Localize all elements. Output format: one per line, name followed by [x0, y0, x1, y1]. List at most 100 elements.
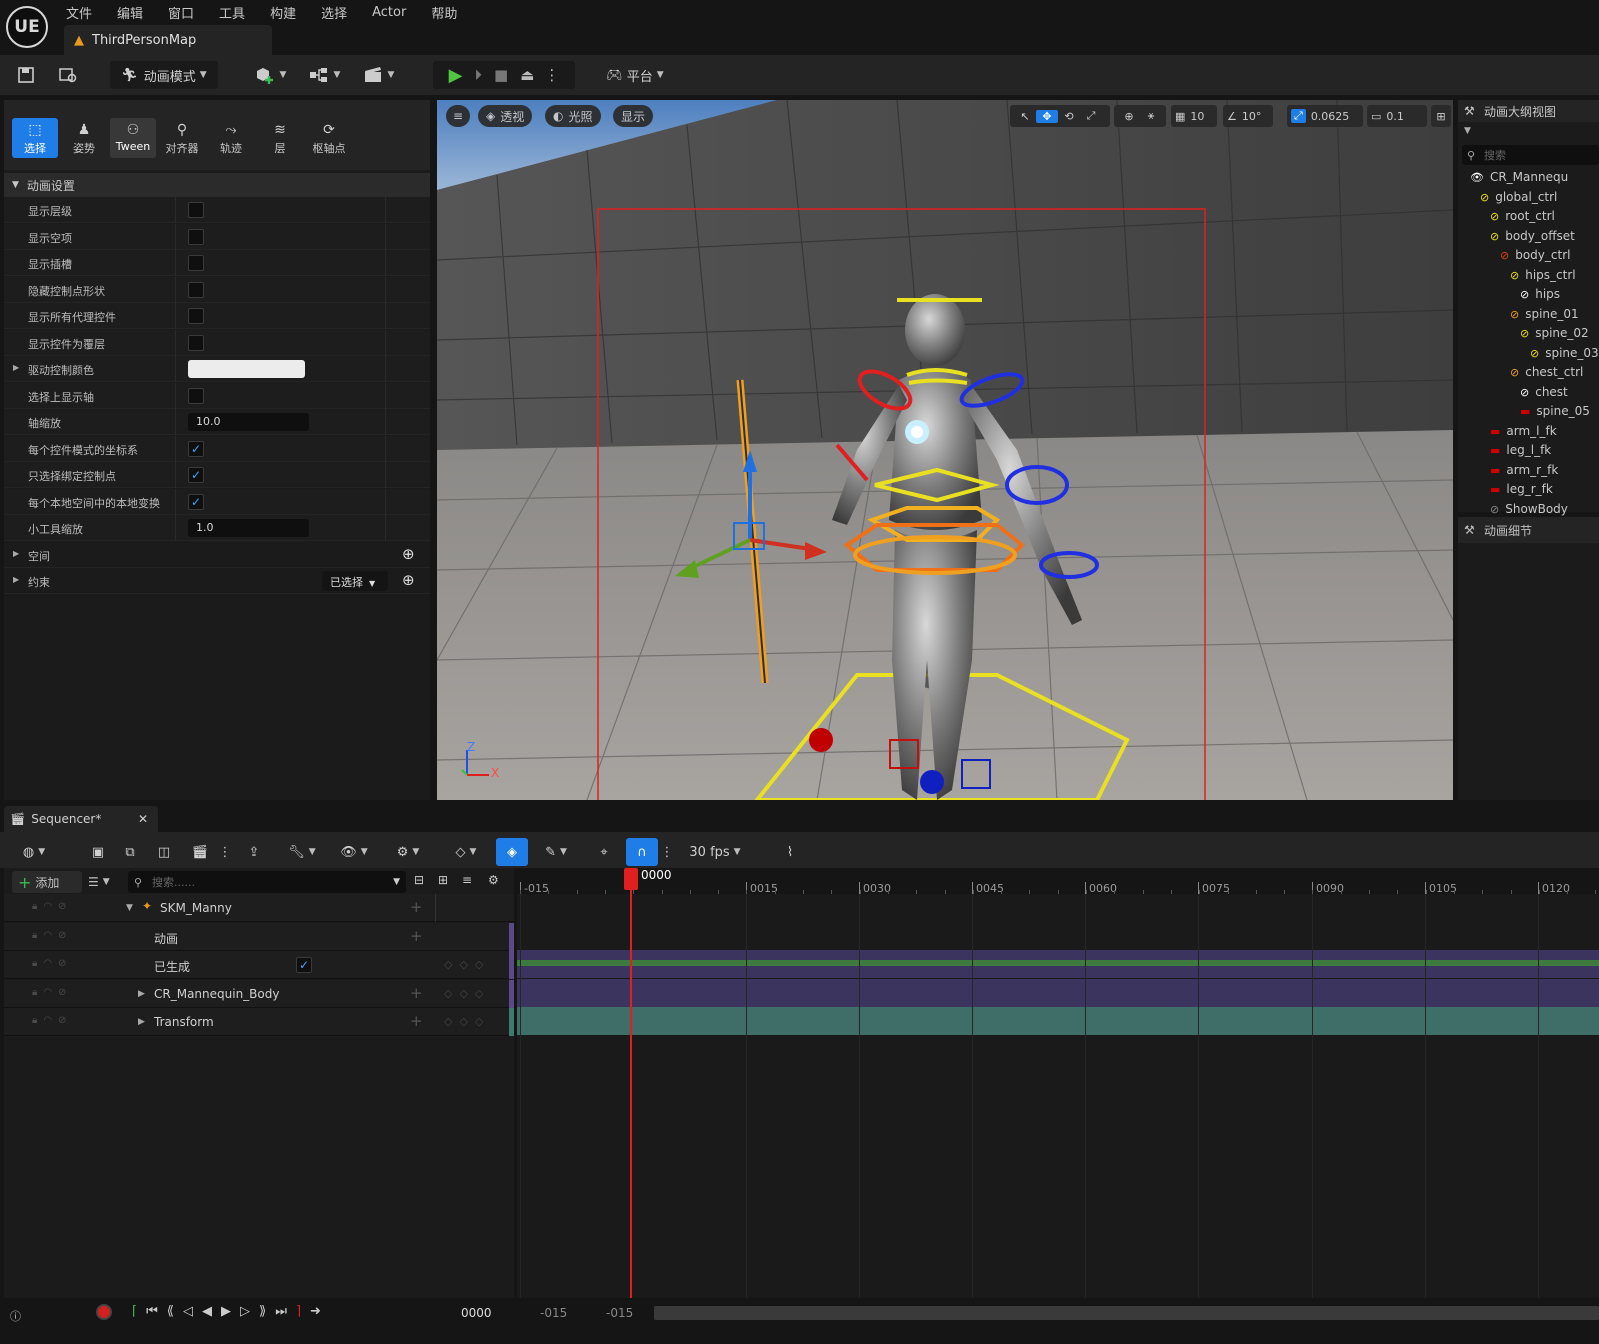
- mode-tab-pivot[interactable]: ⟳ 枢轴点: [306, 118, 352, 158]
- scale-icon[interactable]: ⤢: [1080, 109, 1102, 123]
- setting-checkbox[interactable]: [188, 281, 204, 298]
- mode-tab-snapper[interactable]: ⚲ 对齐器: [159, 118, 205, 158]
- expand-arrow-icon[interactable]: ▶: [138, 989, 145, 999]
- next-frame-icon[interactable]: ▷: [240, 1304, 250, 1319]
- actor-to-sequencer-icon[interactable]: ⇪: [242, 838, 266, 866]
- outliner-item[interactable]: ⊘ chest_ctrl: [1510, 365, 1583, 385]
- track-row[interactable]: 🔒︎◠⊘ 已生成 ✓ ◇◇◇: [4, 951, 514, 979]
- playhead[interactable]: [630, 868, 632, 1298]
- step-icon[interactable]: ⏵: [474, 66, 482, 84]
- keyframe-nav-icons[interactable]: ◇◇◇: [444, 1015, 490, 1028]
- info-icon[interactable]: ⓘ: [10, 1308, 21, 1324]
- setting-checkbox[interactable]: [188, 255, 204, 271]
- outliner-item[interactable]: ⊘ spine_02: [1520, 326, 1589, 346]
- list-icon[interactable]: ≡: [462, 873, 472, 887]
- save-icon[interactable]: [12, 61, 40, 89]
- rotate-icon[interactable]: ⟲: [1058, 110, 1080, 123]
- scale-snap[interactable]: ⤢ 0.0625: [1287, 105, 1363, 127]
- edit-mode-dropdown[interactable]: ✎ ▼: [536, 838, 576, 866]
- expand-rows-icon[interactable]: ⊞: [438, 873, 448, 887]
- add-actor-button[interactable]: ▼: [250, 61, 290, 89]
- menu-tools[interactable]: 工具: [219, 3, 245, 22]
- add-track-button[interactable]: + 添加: [12, 871, 82, 893]
- save-sequence-icon[interactable]: ▣: [86, 838, 110, 866]
- constraint-dropdown[interactable]: 已选择 ▼: [322, 571, 388, 591]
- more-icon[interactable]: ⋮: [218, 838, 232, 866]
- setting-checkbox[interactable]: [188, 308, 204, 324]
- menu-help[interactable]: 帮助: [431, 3, 457, 22]
- playhead-handle[interactable]: [624, 868, 638, 890]
- settings-category-space[interactable]: ▶ 空间 ⊕: [4, 541, 430, 568]
- time-ruler[interactable]: -015 0015 0030 0045 0060 0075 0090 0105 0120: [517, 868, 1599, 895]
- settings-category-constraint[interactable]: ▶ 约束 已选择 ▼ ⊕: [4, 568, 430, 594]
- setting-checkbox[interactable]: [188, 228, 204, 245]
- mode-tab-select[interactable]: ⬚ 选择: [12, 118, 58, 158]
- platform-dropdown[interactable]: 🎮︎ 平台 ▼: [600, 61, 670, 89]
- outliner-item[interactable]: ⊘ hips: [1520, 287, 1560, 307]
- add-subtrack-icon[interactable]: +: [410, 898, 423, 916]
- lock-solo-mute-icons[interactable]: 🔒︎◠⊘: [32, 958, 72, 969]
- outliner-item[interactable]: ⊘ hips_ctrl: [1510, 268, 1576, 288]
- outliner-item[interactable]: ⊘ root_ctrl: [1490, 209, 1555, 229]
- world-dropdown[interactable]: ◍ ▼: [14, 838, 54, 866]
- record-icon[interactable]: [96, 1304, 112, 1320]
- expand-arrow-icon[interactable]: ▶: [13, 575, 19, 584]
- mode-tab-layers[interactable]: ≋ 层: [257, 118, 303, 158]
- filter-dropdown-icon[interactable]: ▼: [1464, 126, 1471, 136]
- outliner-item[interactable]: ⊘ global_ctrl: [1480, 190, 1557, 210]
- setting-checkbox[interactable]: [188, 334, 204, 351]
- fps-dropdown[interactable]: 30 fps ▼: [682, 838, 748, 866]
- surface-snap-icon[interactable]: ⚹: [1140, 109, 1162, 123]
- track-lane[interactable]: [517, 1007, 1599, 1035]
- sequencer-tab[interactable]: 🎬︎ Sequencer* ✕: [4, 806, 158, 832]
- view-dropdown[interactable]: 👁︎ ▼: [334, 838, 374, 866]
- anim-settings-header[interactable]: ▼ 动画设置: [4, 173, 430, 197]
- prev-frame-icon[interactable]: ◁: [183, 1304, 193, 1319]
- level-viewport[interactable]: Z X ≡ ◈ 透视 ◐ 光照 显示 ↖ ✥ ⟲ ⤢ ⊕ ⚹ ▦ 10 ∠ 10° ⤢ 0…: [437, 100, 1453, 800]
- menu-actor[interactable]: Actor: [372, 5, 406, 20]
- play-icon[interactable]: ▶: [221, 1304, 231, 1319]
- key-dropdown[interactable]: ◇ ▼: [446, 838, 486, 866]
- keyframe-nav-icons[interactable]: ◇◇◇: [444, 987, 490, 1000]
- add-circle-icon[interactable]: ⊕: [402, 571, 415, 589]
- rotation-snap[interactable]: ∠ 10°: [1223, 105, 1273, 127]
- expand-arrow-icon[interactable]: ▶: [138, 1017, 145, 1027]
- outliner-item[interactable]: ⊘ body_offset: [1490, 229, 1575, 249]
- expand-arrow-icon[interactable]: ▶: [13, 549, 19, 558]
- close-icon[interactable]: ✕: [138, 812, 148, 826]
- unreal-logo[interactable]: UE: [6, 6, 48, 48]
- lock-solo-mute-icons[interactable]: 🔒︎◠⊘: [32, 987, 72, 998]
- outliner-search[interactable]: ⚲ 搜索: [1462, 145, 1599, 165]
- setting-number-input[interactable]: 1.0: [188, 519, 309, 537]
- collapse-rows-icon[interactable]: ⊟: [414, 873, 424, 887]
- setting-checkbox[interactable]: ✓: [188, 493, 204, 510]
- track-row[interactable]: 🔒︎◠⊘ ▶ CR_Mannequin_Body + ◇◇◇: [4, 979, 514, 1008]
- track-search-input[interactable]: ⚲ 搜索...... ▼: [128, 871, 406, 893]
- render-movie-icon[interactable]: ◫: [152, 838, 176, 866]
- marker-icon[interactable]: ⌖: [594, 838, 614, 866]
- setting-checkbox[interactable]: ✓: [188, 467, 204, 483]
- lock-solo-mute-icons[interactable]: 🔒︎◠⊘: [32, 1015, 72, 1026]
- blueprint-button[interactable]: ▼: [304, 61, 344, 89]
- keyframe-nav-icons[interactable]: ◇◇◇: [444, 958, 490, 971]
- move-icon[interactable]: ✥: [1036, 109, 1058, 123]
- lit-button[interactable]: ◐ 光照: [545, 105, 601, 127]
- sequencer-timeline[interactable]: -015 0015 0030 0045 0060 0075 0090 0105 0120 000…: [517, 868, 1599, 1298]
- menu-select[interactable]: 选择: [321, 3, 347, 22]
- outliner-item[interactable]: ⊘ body_ctrl: [1500, 248, 1570, 268]
- track-lane[interactable]: [517, 979, 1599, 1007]
- mode-tab-pose[interactable]: ♟ 姿势: [61, 118, 107, 158]
- setting-checkbox[interactable]: ✓: [188, 440, 204, 457]
- add-subtrack-icon[interactable]: +: [410, 1012, 423, 1030]
- perspective-button[interactable]: ◈ 透视: [478, 105, 533, 127]
- track-row[interactable]: 🔒︎◠⊘ ▶ Transform + ◇◇◇: [4, 1008, 514, 1036]
- generated-checkbox[interactable]: ✓: [296, 957, 312, 973]
- cinematics-button[interactable]: ▼: [358, 61, 398, 89]
- mode-tab-tween[interactable]: ⚇ Tween: [110, 118, 156, 158]
- outliner-item[interactable]: ▬ arm_r_fk: [1490, 463, 1558, 483]
- camera-speed[interactable]: ▭ 0.1: [1367, 105, 1427, 127]
- clapperboard-icon[interactable]: 🎬︎: [186, 838, 214, 866]
- cursor-icon[interactable]: ↖: [1014, 110, 1036, 123]
- lock-solo-mute-icons[interactable]: 🔒︎◠⊘: [32, 930, 72, 941]
- range-end-marker-icon[interactable]: ⌉: [296, 1304, 301, 1319]
